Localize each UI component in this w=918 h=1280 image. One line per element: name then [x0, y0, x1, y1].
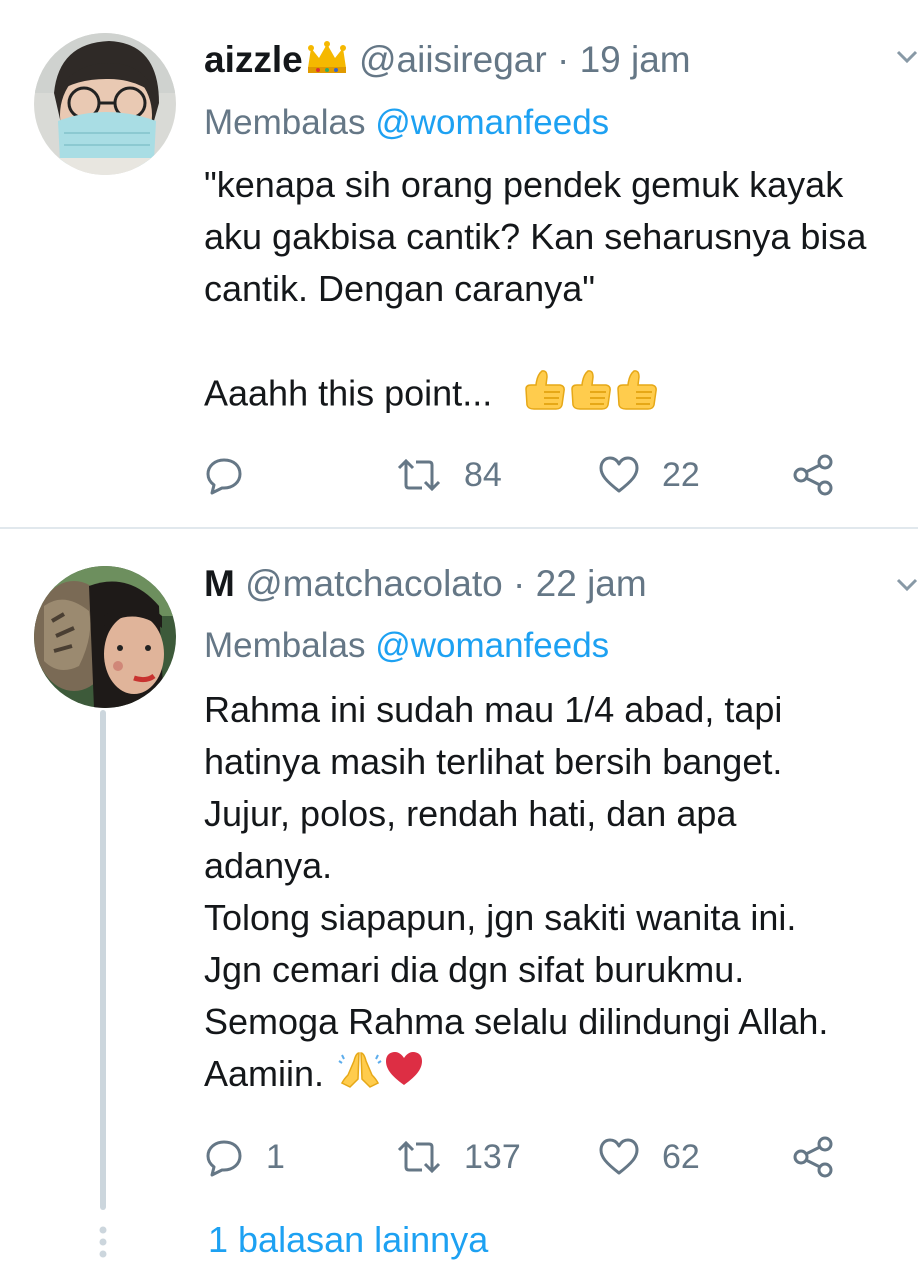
red-heart-emoji-icon [384, 1050, 424, 1102]
tweet-text-line: Semoga Rahma selalu dilindungi Allah. [204, 1001, 829, 1042]
retweet-icon [396, 1139, 442, 1175]
avatar[interactable] [34, 33, 176, 175]
share-icon [792, 1136, 834, 1178]
thread-connector-line [100, 710, 106, 1210]
reply-prefix: Membalas [204, 626, 366, 665]
reply-count: 1 [266, 1137, 285, 1176]
tweet-text-line: Tolong siapapun, jgn sakiti wanita ini. [204, 897, 797, 938]
retweet-icon [396, 457, 442, 493]
tweet-text-line: Aaahh this point... [204, 372, 493, 414]
reply-icon [204, 455, 244, 495]
folded-hands-emoji-icon [338, 1049, 382, 1103]
reply-icon [204, 1137, 244, 1177]
tweet[interactable]: aizzle @aiisiregar · 19 jam Membalas @wo… [0, 0, 918, 528]
timestamp[interactable]: 19 jam [580, 39, 691, 80]
reply-context: Membalas @womanfeeds [204, 101, 609, 145]
thumbs-up-emoji-icon [522, 367, 662, 425]
tweet-text-line: Aamiin. [204, 1053, 325, 1094]
share-icon [792, 454, 834, 496]
reply-button[interactable]: 1 [204, 1132, 285, 1182]
tweet-text-line: Rahma ini sudah mau 1/4 abad, tapi [204, 689, 783, 730]
tweet-text: Rahma ini sudah mau 1/4 abad, tapi hatin… [204, 684, 828, 1100]
reply-mention-link[interactable]: @womanfeeds [375, 103, 609, 142]
like-count: 22 [662, 455, 700, 494]
tweet-header: M @matchacolato · 22 jam [204, 560, 647, 608]
separator-dot: · [546, 39, 580, 80]
display-name[interactable]: aizzle [204, 39, 303, 80]
tweet-text-line: hatinya masih terlihat bersih banget. [204, 741, 783, 782]
like-button[interactable]: 62 [598, 1132, 700, 1182]
tweet-text-line-with-emoji: Aamiin. [204, 1048, 828, 1100]
reply-mention-link[interactable]: @womanfeeds [375, 626, 609, 665]
reply-context: Membalas @womanfeeds [204, 624, 609, 668]
reply-button[interactable] [204, 450, 266, 500]
tweet-text-line: "kenapa sih orang pendek gemuk kayak [204, 164, 844, 205]
separator-dot: · [502, 563, 536, 604]
share-button[interactable] [792, 1132, 834, 1182]
retweet-button[interactable]: 137 [396, 1132, 521, 1182]
crown-emoji-icon [305, 38, 349, 86]
tweet-divider [0, 527, 918, 529]
tweet-text-line: aku gakbisa cantik? Kan seharusnya bisa [204, 216, 867, 257]
retweet-count: 84 [464, 455, 502, 494]
tweet-text-line: cantik. Dengan caranya" [204, 268, 596, 309]
heart-icon [598, 456, 640, 494]
show-more-replies-link[interactable]: 1 balasan lainnya [208, 1218, 488, 1262]
timestamp[interactable]: 22 jam [536, 563, 647, 604]
tweet-header: aizzle @aiisiregar · 19 jam [204, 36, 691, 84]
like-button[interactable]: 22 [598, 450, 700, 500]
like-count: 62 [662, 1137, 700, 1176]
display-name[interactable]: M [204, 563, 235, 604]
user-handle[interactable]: @matchacolato [245, 563, 503, 604]
tweet-text: "kenapa sih orang pendek gemuk kayak aku… [204, 159, 866, 419]
thread-dots-icon [98, 1224, 108, 1264]
tweet-actions: 84 22 [204, 450, 844, 500]
tweet-text-line: Jgn cemari dia dgn sifat burukmu. [204, 949, 745, 990]
heart-icon [598, 1138, 640, 1176]
tweet-text-line: adanya. [204, 845, 333, 886]
retweet-button[interactable]: 84 [396, 450, 502, 500]
retweet-count: 137 [464, 1137, 521, 1176]
tweet-actions: 1 137 62 [204, 1132, 844, 1182]
tweet[interactable]: M @matchacolato · 22 jam Membalas @woman… [0, 530, 918, 1280]
reply-prefix: Membalas [204, 103, 366, 142]
tweet-text-line: Jujur, polos, rendah hati, dan apa [204, 793, 737, 834]
avatar[interactable] [34, 566, 176, 708]
chevron-down-icon[interactable] [896, 578, 918, 592]
tweet-text-line [204, 315, 866, 367]
chevron-down-icon[interactable] [896, 50, 918, 64]
share-button[interactable] [792, 450, 834, 500]
user-handle[interactable]: @aiisiregar [359, 39, 547, 80]
tweet-text-line-with-emoji: Aaahh this point... [204, 367, 866, 419]
